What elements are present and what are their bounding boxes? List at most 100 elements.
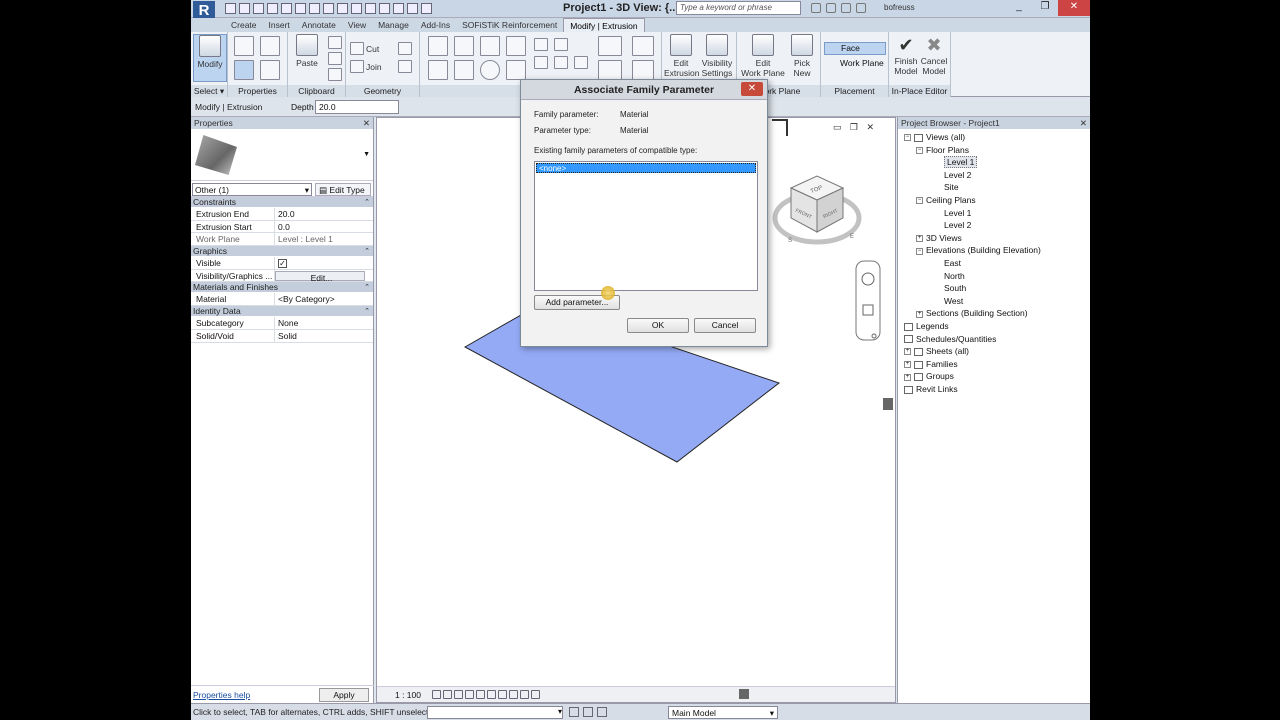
properties-help-link[interactable]: Properties help	[193, 690, 250, 700]
expand-icon[interactable]: +	[904, 348, 911, 356]
prop-row-solid-void[interactable]: Solid/Void Solid	[191, 329, 373, 343]
edit-visibility-button[interactable]: Edit...	[275, 270, 365, 283]
measure-tool-icon[interactable]	[598, 60, 622, 80]
browser-item[interactable]: − Floor Plans	[916, 145, 969, 156]
collapse-icon[interactable]: −	[916, 197, 923, 205]
visual-style-icon[interactable]	[443, 690, 452, 699]
show-crop-icon[interactable]	[487, 690, 496, 699]
prop-row-material[interactable]: Material <By Category>	[191, 293, 373, 307]
chevron-down-icon[interactable]: ▼	[363, 151, 370, 158]
maximize-button[interactable]: ❐	[1032, 0, 1058, 16]
family-category-icon[interactable]	[260, 60, 280, 80]
browser-item[interactable]: − Views (all)	[904, 132, 965, 143]
align-icon[interactable]	[428, 36, 448, 56]
modify-button[interactable]: Modify	[193, 34, 227, 82]
expand-icon[interactable]: +	[904, 373, 911, 381]
split-icon[interactable]	[534, 38, 548, 51]
sun-path-icon[interactable]	[454, 690, 463, 699]
browser-item[interactable]: Legends	[904, 321, 949, 332]
scale-icon[interactable]	[534, 56, 548, 69]
tab-view[interactable]: View	[342, 18, 372, 32]
collapse-icon[interactable]: −	[916, 247, 923, 255]
undo-icon[interactable]	[253, 3, 264, 14]
ok-button[interactable]: OK	[627, 318, 689, 333]
measure-icon[interactable]	[295, 3, 306, 14]
browser-item[interactable]: Schedules/Quantities	[904, 334, 996, 345]
category-identity-data[interactable]: Identity Data ⌃	[191, 306, 373, 318]
binoculars-icon[interactable]	[811, 3, 821, 13]
match-properties-icon[interactable]	[328, 68, 342, 81]
browser-item[interactable]: Level 2	[934, 170, 971, 181]
category-graphics[interactable]: Graphics ⌃	[191, 246, 373, 258]
browser-item[interactable]: Site	[934, 182, 959, 193]
parameter-list[interactable]: <none>	[534, 161, 758, 291]
visibility-settings-button[interactable]: Visibility Settings	[700, 34, 734, 78]
expand-icon[interactable]: +	[904, 361, 911, 369]
dimension-tool-icon[interactable]	[598, 36, 622, 56]
prop-row-extrusion-start[interactable]: Extrusion Start 0.0	[191, 220, 373, 234]
detail-level-icon[interactable]	[432, 690, 441, 699]
worksets-icon[interactable]	[583, 707, 593, 717]
cut-geometry-icon[interactable]	[350, 42, 364, 55]
browser-item[interactable]: North	[934, 271, 965, 282]
edit-type-button[interactable]: ▤ Edit Type	[315, 183, 371, 196]
family-types-icon[interactable]	[260, 36, 280, 56]
browser-item[interactable]: Level 1	[934, 208, 971, 219]
array-icon[interactable]	[554, 38, 568, 51]
expand-icon[interactable]: +	[916, 310, 923, 318]
browser-item[interactable]: + Groups	[904, 371, 954, 382]
cut-label[interactable]: Cut	[366, 44, 379, 54]
shadows-icon[interactable]	[465, 690, 474, 699]
pin-icon[interactable]	[554, 56, 568, 69]
tab-modify-extrusion[interactable]: Modify | Extrusion	[563, 18, 645, 32]
type-properties-icon[interactable]	[234, 60, 254, 80]
rotate-icon[interactable]	[480, 60, 500, 80]
move-icon[interactable]	[428, 60, 448, 80]
tab-create[interactable]: Create	[225, 18, 263, 32]
browser-item[interactable]: Level 1	[934, 156, 978, 169]
tab-insert[interactable]: Insert	[263, 18, 296, 32]
qat-dropdown-icon[interactable]	[421, 3, 432, 14]
user-name[interactable]: bofreuss	[884, 3, 915, 12]
copy-elements-icon[interactable]	[454, 60, 474, 80]
cut-icon[interactable]	[328, 36, 342, 49]
type-preview[interactable]: ▼	[191, 129, 373, 181]
browser-item[interactable]: + Sheets (all)	[904, 346, 969, 357]
close-icon[interactable]: ✕	[363, 117, 370, 129]
join-geometry-icon[interactable]	[350, 60, 364, 73]
prop-row-subcategory[interactable]: Subcategory None	[191, 317, 373, 330]
tag-icon[interactable]	[323, 3, 334, 14]
pick-new-button[interactable]: Pick New	[785, 34, 819, 78]
category-materials[interactable]: Materials and Finishes ⌃	[191, 282, 373, 294]
join-label[interactable]: Join	[366, 62, 382, 72]
tab-annotate[interactable]: Annotate	[296, 18, 342, 32]
minimize-button[interactable]: _	[1006, 0, 1032, 16]
prop-row-extrusion-end[interactable]: Extrusion End 20.0	[191, 208, 373, 221]
copy-icon[interactable]	[328, 52, 342, 65]
temporary-hide-icon[interactable]	[509, 690, 518, 699]
switch-windows-icon[interactable]	[407, 3, 418, 14]
save-icon[interactable]	[239, 3, 250, 14]
properties-icon[interactable]	[234, 36, 254, 56]
work-plane-button[interactable]: Work Plane	[824, 58, 886, 71]
browser-item[interactable]: − Ceiling Plans	[916, 195, 976, 206]
close-icon[interactable]: ✕	[1080, 117, 1087, 129]
mirror-draw-icon[interactable]	[506, 36, 526, 56]
create-similar-icon[interactable]	[632, 60, 654, 80]
prop-row-visibility-graphics[interactable]: Visibility/Graphics ... Edit...	[191, 269, 373, 283]
offset-icon[interactable]	[454, 36, 474, 56]
browser-item[interactable]: Level 2	[934, 220, 971, 231]
dimension-icon[interactable]	[309, 3, 320, 14]
search-input[interactable]: Type a keyword or phrase	[676, 1, 801, 15]
delete-icon[interactable]	[574, 56, 588, 69]
crop-view-icon[interactable]	[476, 690, 485, 699]
trim-icon[interactable]	[506, 60, 526, 80]
expand-icon[interactable]: +	[916, 235, 923, 243]
lock-view-icon[interactable]	[498, 690, 507, 699]
subscription-icon[interactable]	[826, 3, 836, 13]
close-window-button[interactable]: ✕	[1058, 0, 1090, 16]
browser-item[interactable]: East	[934, 258, 961, 269]
text-icon[interactable]	[337, 3, 348, 14]
category-constraints[interactable]: Constraints ⌃	[191, 197, 373, 208]
tab-add-ins[interactable]: Add-Ins	[415, 18, 456, 32]
